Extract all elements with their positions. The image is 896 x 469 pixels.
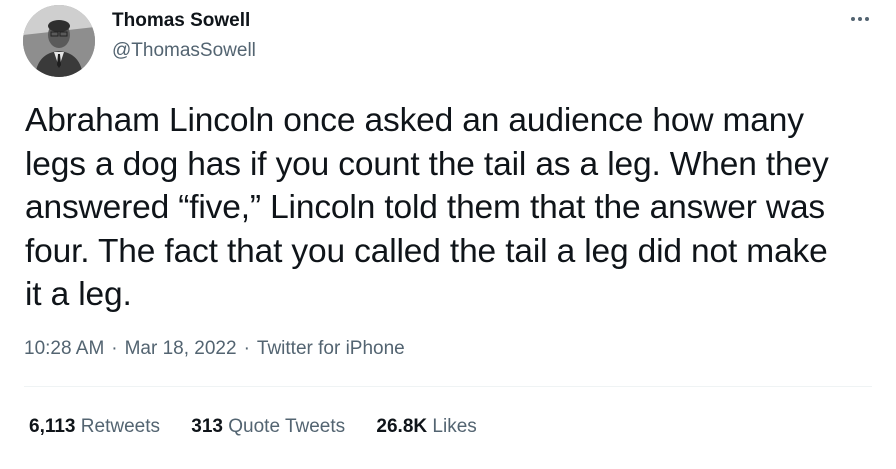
tweet-text: Abraham Lincoln once asked an audience h… (25, 102, 829, 313)
likes-label: Likes (432, 416, 477, 437)
tweet-stats: 6,113 Retweets 313 Quote Tweets 26.8K Li… (29, 415, 503, 439)
tweet-source[interactable]: Twitter for iPhone (257, 338, 405, 359)
quote-tweets-stat[interactable]: 313 Quote Tweets (191, 415, 345, 439)
retweets-stat[interactable]: 6,113 Retweets (29, 415, 160, 439)
more-options-button[interactable] (840, 4, 880, 34)
author-name[interactable]: Thomas Sowell (112, 9, 250, 33)
meta-separator: · (243, 338, 250, 359)
likes-count: 26.8K (376, 416, 428, 437)
quote-tweets-label: Quote Tweets (228, 416, 346, 437)
avatar[interactable] (23, 5, 95, 77)
tweet-card: Thomas Sowell @ThomasSowell Abraham Linc… (0, 0, 896, 469)
retweets-count: 6,113 (29, 416, 76, 437)
tweet-time[interactable]: 10:28 AM (24, 338, 104, 359)
tweet-meta: 10:28 AM · Mar 18, 2022 · Twitter for iPhone (24, 337, 405, 361)
author-handle[interactable]: @ThomasSowell (112, 39, 256, 63)
retweets-label: Retweets (80, 416, 160, 437)
likes-stat[interactable]: 26.8K Likes (376, 415, 476, 439)
divider (24, 386, 872, 387)
tweet-date[interactable]: Mar 18, 2022 (125, 338, 237, 359)
quote-tweets-count: 313 (191, 416, 223, 437)
profile-photo-icon (23, 5, 95, 77)
more-dots-icon (851, 17, 869, 21)
meta-separator: · (111, 338, 118, 359)
